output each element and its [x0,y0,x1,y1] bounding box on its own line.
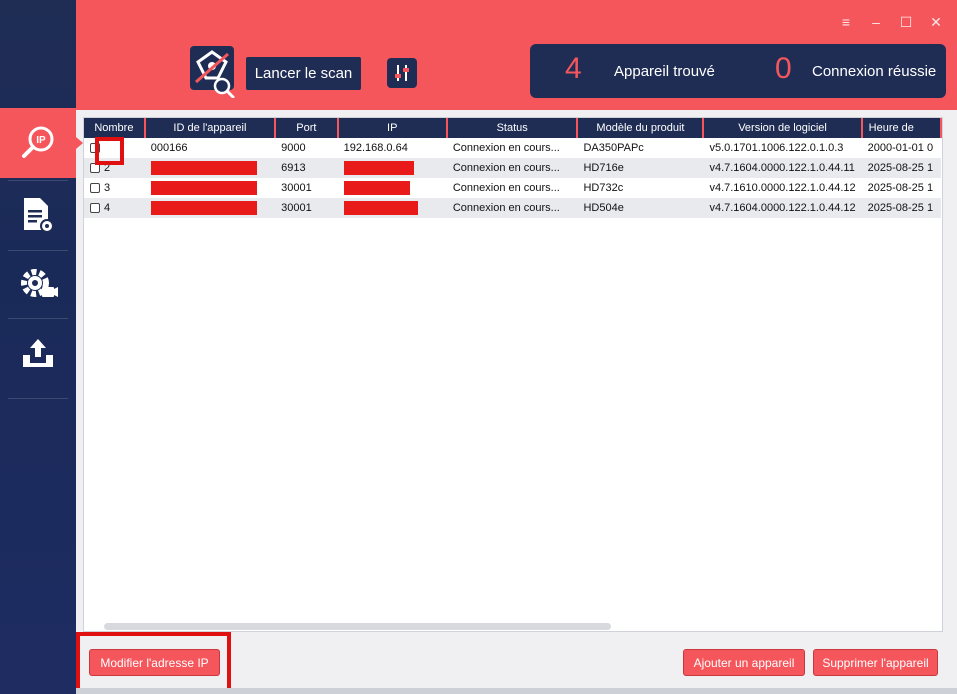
status-cell: Connexion en cours... [452,142,560,154]
camera-settings-icon [21,269,58,297]
delete-device-button[interactable]: Supprimer l'appareil [813,649,938,676]
sidebar-item-upload[interactable] [0,318,76,388]
maximize-icon[interactable]: ☐ [899,14,913,31]
ip-cell: 192.168.0.64 [343,142,408,154]
sidebar: IP [0,0,76,694]
row-number-cell: 4 [84,198,145,218]
model-cell: HD716e [577,158,704,178]
col-port[interactable]: Port [275,118,339,138]
device-table-panel: Nombre ID de l'appareil Port IP Status M… [83,117,943,632]
scan-device-icon[interactable] [188,44,236,98]
connected-label: Connexion réussie [812,63,937,80]
row-checkbox[interactable] [90,203,100,214]
svg-text:IP: IP [36,135,46,146]
port-cell: 9000 [281,142,306,154]
modify-ip-button[interactable]: Modifier l'adresse IP [89,649,220,676]
model-cell: HD504e [577,198,704,218]
checkbox-highlight [95,137,124,165]
upload-icon [23,339,53,367]
time-cell: 2025-08-25 1 [867,182,934,194]
port-cell: 6913 [275,158,338,178]
table-row[interactable]: 2 6913 Connexion en cours... HD716e v4.7… [84,158,941,178]
stats-panel: 4 Appareil trouvé 0 Connexion réussie [530,44,946,98]
horizontal-scrollbar[interactable] [104,623,611,630]
ip-cell [337,158,447,178]
model-cell: HD732c [583,182,624,194]
redacted-ip [343,181,410,195]
sliders-icon [395,65,409,81]
device-id-cell [145,178,275,198]
status-cell: Connexion en cours... [446,198,578,218]
col-device-id[interactable]: ID de l'appareil [144,118,277,138]
redacted-ip [343,161,414,175]
col-number[interactable]: Nombre [84,118,146,138]
window-controls: ≡ – ☐ ✕ [839,14,943,31]
sidebar-item-camera-settings[interactable] [0,248,76,318]
sidebar-item-documents[interactable] [0,180,76,250]
row-checkbox[interactable] [90,183,100,194]
status-cell: Connexion en cours... [446,158,578,178]
version-cell: v4.7.1610.0000.122.1.0.44.12 [709,182,856,194]
redacted-device-id [150,201,257,215]
table-row[interactable]: 000166 9000 192.168.0.64 Connexion en co… [84,138,941,158]
redacted-device-id [150,181,257,195]
version-cell: v4.7.1604.0000.122.1.0.44.11 [703,158,862,178]
port-cell: 30001 [275,198,338,218]
model-cell: DA350PAPc [583,142,644,154]
time-cell: 2025-08-25 1 [861,198,941,218]
filter-button[interactable] [387,58,417,88]
add-device-button[interactable]: Ajouter un appareil [683,649,805,676]
time-cell: 2025-08-25 1 [861,158,941,178]
time-cell: 2000-01-01 0 [867,142,934,154]
table-row[interactable]: 3 30001 Connexion en cours... HD732c v4.… [84,178,941,198]
app-window: IP ≡ – ☐ ✕ Lancer le scan 4 Appareil tro… [0,0,957,694]
status-cell: Connexion en cours... [452,182,560,194]
header: ≡ – ☐ ✕ Lancer le scan 4 Appareil trouvé [76,0,957,110]
bottom-bar [76,688,957,694]
redacted-ip [343,201,418,215]
close-icon[interactable]: ✕ [929,14,943,31]
found-count: 4 [565,52,582,85]
col-status[interactable]: Status [446,118,579,138]
version-cell: v4.7.1604.0000.122.1.0.44.12 [703,198,862,218]
version-cell: v5.0.1701.1006.122.0.1.0.3 [709,142,844,154]
ip-search-icon: IP [22,126,54,158]
device-table: Nombre ID de l'appareil Port IP Status M… [84,118,942,218]
port-cell: 30001 [281,182,312,194]
minimize-icon[interactable]: – [869,14,883,31]
document-settings-icon [24,198,54,233]
col-time[interactable]: Heure de [861,118,942,138]
redacted-device-id [150,161,257,175]
col-model[interactable]: Modèle du produit [577,118,705,138]
sidebar-item-ip-search[interactable]: IP [0,108,76,178]
row-number-cell: 3 [84,178,145,198]
col-ip[interactable]: IP [337,118,448,138]
ip-cell [337,198,447,218]
active-indicator [76,137,83,149]
device-id-cell [144,198,276,218]
found-label: Appareil trouvé [614,63,715,80]
device-id-cell [144,158,276,178]
menu-icon[interactable]: ≡ [839,14,853,31]
device-id-cell: 000166 [150,142,188,154]
table-row[interactable]: 4 30001 Connexion en cours... HD504e v4.… [84,198,941,218]
connected-count: 0 [775,52,792,85]
scan-button[interactable]: Lancer le scan [246,57,361,90]
table-header-row: Nombre ID de l'appareil Port IP Status M… [84,118,942,138]
ip-cell [338,178,447,198]
col-version[interactable]: Version de logiciel [703,118,863,138]
